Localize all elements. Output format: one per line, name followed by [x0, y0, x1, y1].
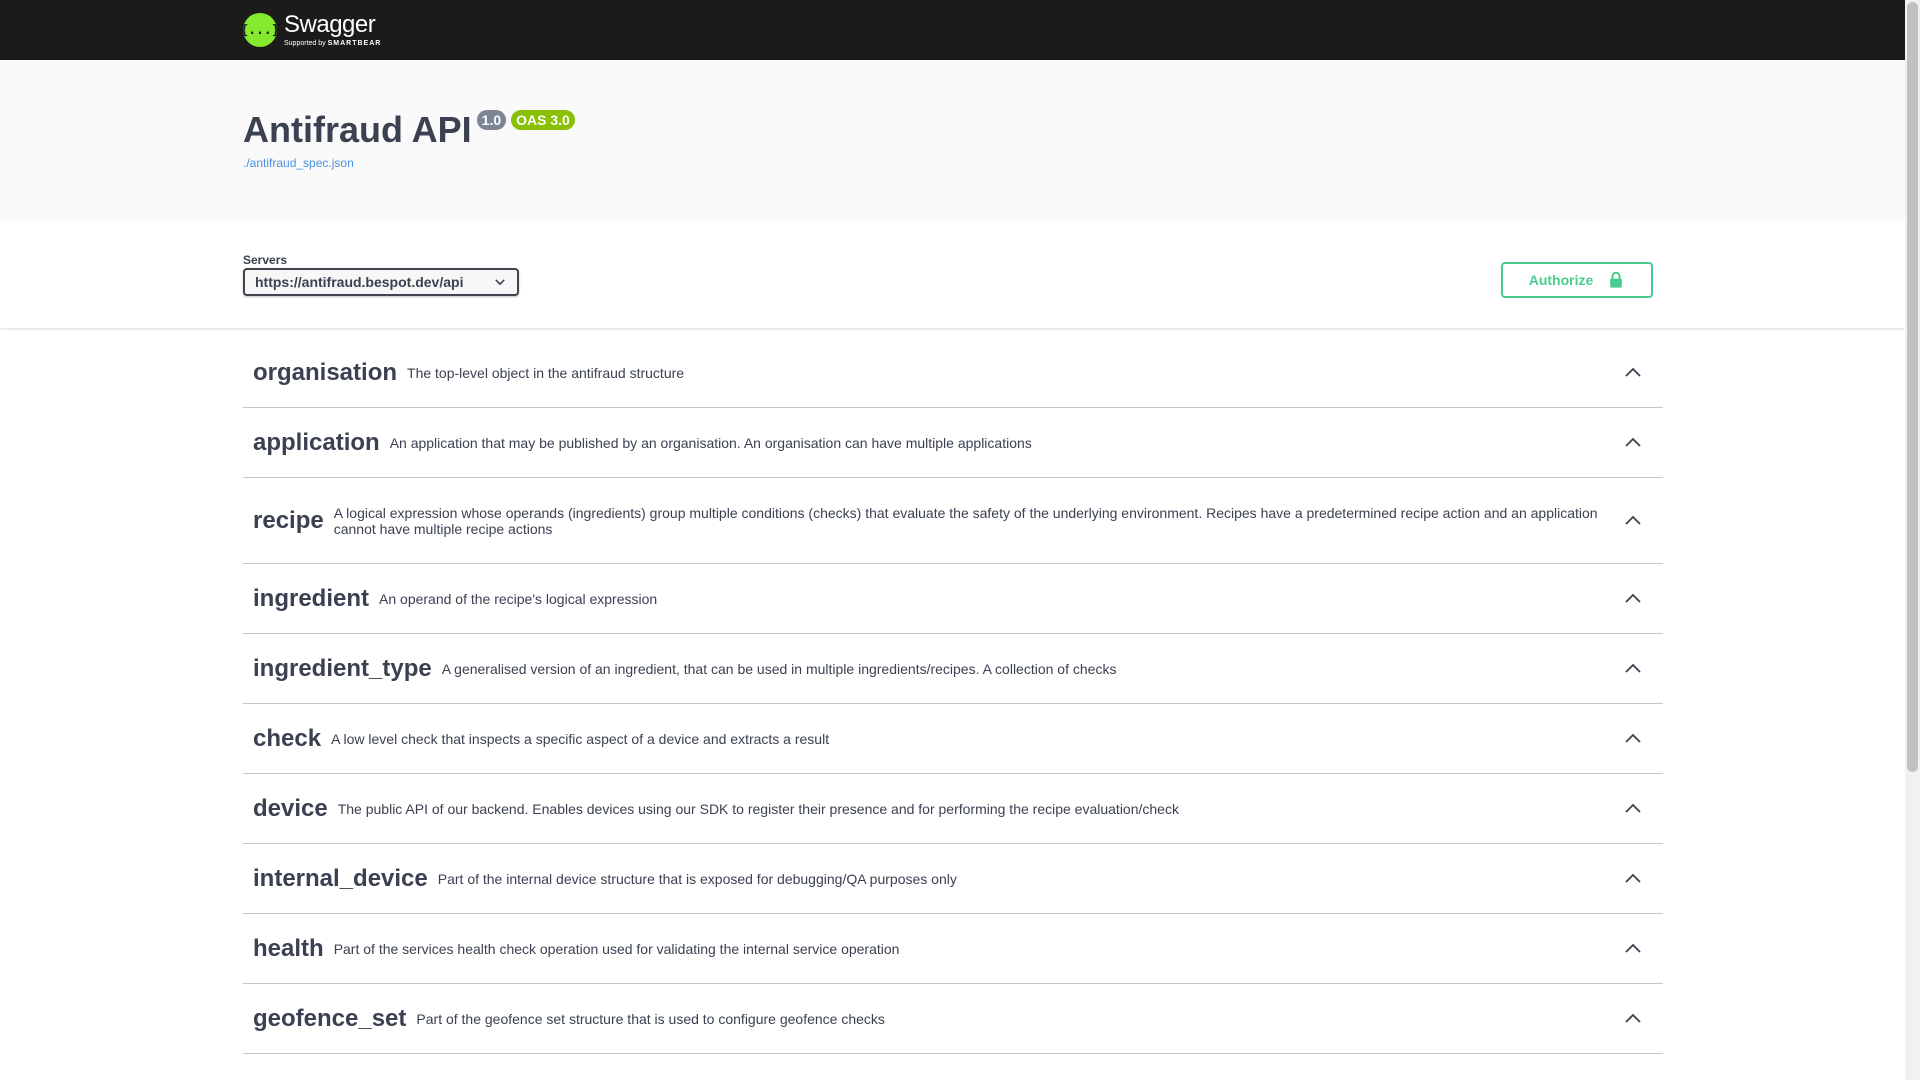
- chevron-up-icon[interactable]: [1623, 589, 1643, 609]
- tag-description: A low level check that inspects a specif…: [331, 730, 830, 747]
- version-badge: 1.0: [476, 110, 507, 130]
- tag-ingredient[interactable]: ingredient An operand of the recipe's lo…: [243, 564, 1663, 634]
- tag-name: check: [253, 724, 322, 752]
- chevron-up-icon[interactable]: [1623, 729, 1643, 749]
- chevron-up-icon[interactable]: [1623, 363, 1643, 383]
- authorize-label: Authorize: [1528, 272, 1594, 288]
- tag-description: Part of the geofence set structure that …: [416, 1010, 885, 1027]
- tag-name: application: [253, 428, 380, 456]
- tag-ingredient-type[interactable]: ingredient_type A generalised version of…: [243, 634, 1663, 704]
- authorize-button[interactable]: Authorize: [1501, 262, 1653, 298]
- tag-recipe[interactable]: recipe A logical expression whose operan…: [243, 478, 1663, 564]
- oas-badge: OAS 3.0: [511, 110, 575, 130]
- chevron-up-icon[interactable]: [1623, 659, 1643, 679]
- tag-description: Part of the services health check operat…: [333, 940, 900, 957]
- tag-description: A generalised version of an ingredient, …: [441, 660, 1117, 677]
- chevron-up-icon[interactable]: [1623, 939, 1643, 959]
- tag-name: organisation: [253, 358, 398, 386]
- tag-name: health: [253, 934, 324, 962]
- brand-name: Swagger: [284, 11, 376, 38]
- tag-name: recipe: [253, 506, 324, 534]
- tag-health[interactable]: health Part of the services health check…: [243, 914, 1663, 984]
- page-scrollbar[interactable]: [1905, 0, 1920, 1080]
- brand-text: Swagger Supported by SMARTBEAR: [284, 11, 381, 48]
- title-row: Antifraud API 1.0 OAS 3.0: [243, 108, 575, 152]
- swagger-logo-link[interactable]: {...} Swagger Supported by SMARTBEAR: [240, 10, 381, 50]
- tag-check[interactable]: check A low level check that inspects a …: [243, 704, 1663, 774]
- tag-list: organisation The top-level object in the…: [243, 338, 1663, 1054]
- brand-sub-prefix: Supported by: [284, 40, 326, 47]
- servers-label: Servers: [243, 253, 288, 267]
- tag-device[interactable]: device The public API of our backend. En…: [243, 774, 1663, 844]
- spec-link[interactable]: ./antifraud_spec.json: [243, 156, 354, 170]
- tag-description: Part of the internal device structure th…: [437, 870, 957, 887]
- page-title: Antifraud API: [243, 109, 472, 150]
- tag-name: ingredient_type: [253, 654, 432, 682]
- chevron-down-icon: [495, 279, 505, 286]
- servers-selected-value: https://antifraud.bespot.dev/api: [255, 274, 464, 290]
- tag-name: device: [253, 794, 328, 822]
- tag-description: An application that may be published by …: [389, 434, 1032, 451]
- brand-sub-company: SMARTBEAR: [327, 40, 382, 47]
- tag-name: internal_device: [253, 864, 428, 892]
- chevron-up-icon[interactable]: [1623, 799, 1643, 819]
- tag-internal-device[interactable]: internal_device Part of the internal dev…: [243, 844, 1663, 914]
- tag-name: geofence_set: [253, 1004, 407, 1032]
- chevron-up-icon[interactable]: [1623, 511, 1643, 531]
- top-bar: {...} Swagger Supported by SMARTBEAR: [0, 0, 1905, 60]
- tag-description: A logical expression whose operands (ing…: [333, 504, 1598, 537]
- tag-application[interactable]: application An application that may be p…: [243, 408, 1663, 478]
- chevron-up-icon[interactable]: [1623, 1009, 1643, 1029]
- chevron-up-icon[interactable]: [1623, 869, 1643, 889]
- tag-geofence-set[interactable]: geofence_set Part of the geofence set st…: [243, 984, 1663, 1054]
- info-section: Antifraud API 1.0 OAS 3.0 ./antifraud_sp…: [0, 60, 1905, 220]
- servers-section: Servers https://antifraud.bespot.dev/api…: [0, 220, 1905, 328]
- lock-icon: [1610, 271, 1623, 288]
- tag-description: An operand of the recipe's logical expre…: [379, 590, 658, 607]
- swagger-logo-icon: {...}: [240, 13, 280, 47]
- tag-description: The top-level object in the antifraud st…: [407, 364, 685, 381]
- tag-description: The public API of our backend. Enables d…: [337, 800, 1179, 817]
- servers-select[interactable]: https://antifraud.bespot.dev/api: [243, 268, 519, 296]
- tag-organisation[interactable]: organisation The top-level object in the…: [243, 338, 1663, 408]
- brand-sub: Supported by SMARTBEAR: [284, 40, 381, 47]
- chevron-up-icon[interactable]: [1623, 433, 1643, 453]
- scrollbar-thumb[interactable]: [1907, 2, 1918, 772]
- tag-name: ingredient: [253, 584, 370, 612]
